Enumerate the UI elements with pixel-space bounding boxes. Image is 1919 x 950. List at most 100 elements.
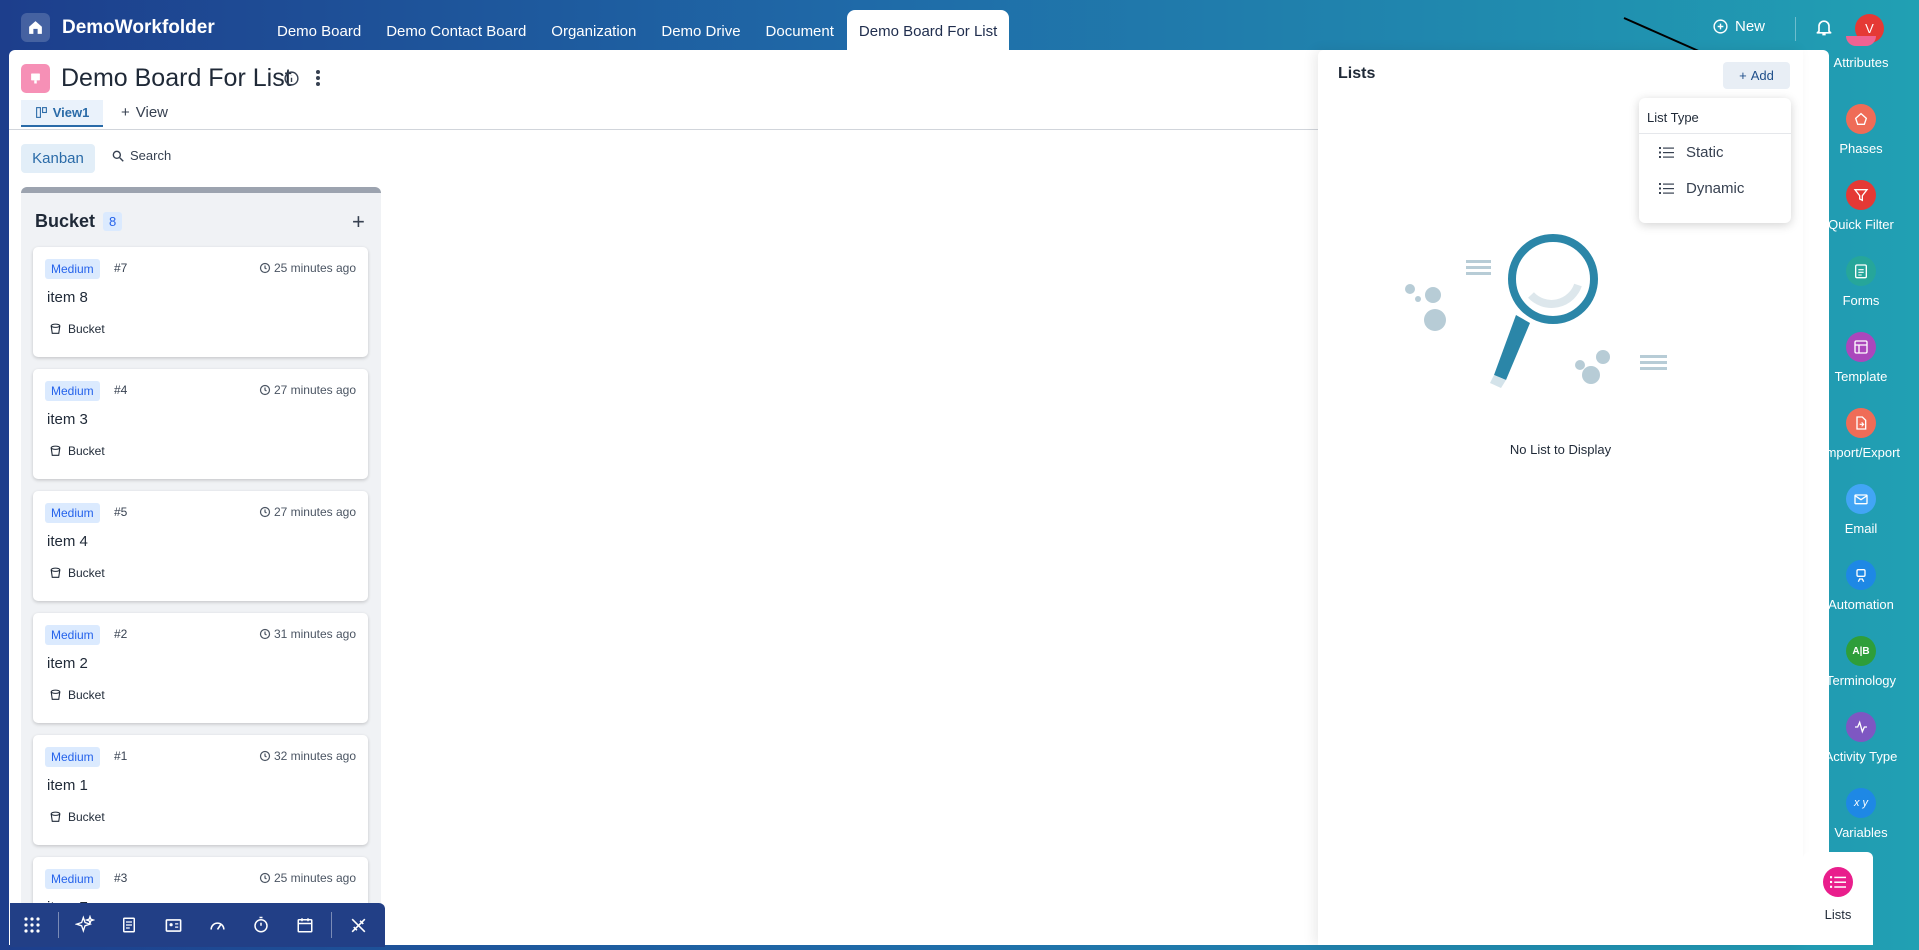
priority-badge: Medium [45, 747, 100, 767]
add-list-label: Add [1750, 68, 1774, 83]
sidebar-item-attributes[interactable]: Attributes [1803, 36, 1919, 112]
terminology-icon: A|B [1846, 636, 1876, 666]
card-timestamp: 27 minutes ago [259, 505, 356, 519]
kanban-button[interactable]: Kanban [21, 144, 95, 173]
board-info-button[interactable] [283, 70, 300, 92]
card-id: #1 [114, 749, 128, 763]
add-item-button[interactable]: + [352, 211, 365, 233]
tools-icon [351, 918, 365, 932]
tab-demo-board-for-list[interactable]: Demo Board For List [846, 10, 1010, 52]
search-label: Search [130, 148, 172, 163]
card-bucket: Bucket [49, 810, 105, 824]
card-bucket-label: Bucket [68, 688, 105, 702]
board-tabs: Demo Board Demo Contact Board Organizati… [265, 0, 1010, 52]
document-button[interactable] [107, 903, 151, 947]
card-title: item 2 [47, 655, 88, 672]
sidebar-item-lists[interactable]: Lists [1803, 852, 1873, 945]
sidebar-item-template[interactable]: Template [1803, 332, 1919, 408]
card-timestamp: 25 minutes ago [259, 871, 356, 885]
card-time-text: 25 minutes ago [273, 871, 356, 885]
list-type-static-label: Static [1686, 143, 1724, 161]
priority-badge: Medium [45, 503, 100, 523]
import-export-icon [1846, 408, 1876, 438]
plus-icon: + [1739, 68, 1747, 83]
apps-grid-button[interactable] [10, 903, 54, 947]
activity-icon [1846, 712, 1876, 742]
card-time-text: 25 minutes ago [273, 261, 356, 275]
card-title: item 3 [47, 411, 88, 428]
bottom-toolbar [10, 903, 385, 947]
sidebar-item-phases[interactable]: Phases [1803, 104, 1919, 180]
sidebar-item-email[interactable]: Email [1803, 484, 1919, 560]
card-bucket-label: Bucket [68, 322, 105, 336]
search-icon [112, 150, 124, 162]
attributes-icon [1846, 36, 1876, 46]
add-list-button[interactable]: + Add [1723, 62, 1790, 89]
dashboard-button[interactable] [195, 903, 239, 947]
kanban-card[interactable]: Medium #5 27 minutes ago item 4 Bucket [33, 491, 368, 601]
card-timestamp: 31 minutes ago [259, 627, 356, 641]
column-title: Bucket [35, 211, 96, 231]
list-type-static[interactable]: Static [1639, 134, 1791, 170]
email-icon [1846, 484, 1876, 514]
search-button[interactable]: Search [111, 148, 171, 163]
contact-card-icon [165, 918, 181, 932]
filter-icon [1846, 180, 1876, 210]
tab-view1[interactable]: View1 [21, 100, 103, 127]
tab-demo-drive[interactable]: Demo Drive [649, 10, 752, 52]
kanban-card[interactable]: Medium #4 27 minutes ago item 3 Bucket [33, 369, 368, 479]
lists-panel: Lists + Add List Type Static Dynamic No … [1318, 50, 1803, 945]
timer-button[interactable] [239, 903, 283, 947]
card-time-text: 27 minutes ago [273, 505, 356, 519]
list-type-dynamic[interactable]: Dynamic [1639, 170, 1791, 206]
card-id: #7 [114, 261, 128, 275]
kanban-card[interactable]: Medium #1 32 minutes ago item 1 Bucket [33, 735, 368, 845]
bucket-icon [50, 445, 61, 456]
tab-demo-contact-board[interactable]: Demo Contact Board [374, 10, 538, 52]
add-view-label: View [135, 104, 169, 121]
column-header: Bucket 8 [35, 211, 123, 232]
card-id: #5 [114, 505, 128, 519]
add-view-button[interactable]: + View [121, 104, 168, 121]
automation-icon [1846, 560, 1876, 590]
tab-organization[interactable]: Organization [539, 10, 648, 52]
bucket-icon [50, 567, 61, 578]
home-icon [29, 21, 42, 34]
sidebar-item-import-export[interactable]: Import/Export [1803, 408, 1919, 484]
tab-document[interactable]: Document [754, 10, 846, 52]
sidebar-item-activity-type[interactable]: Activity Type [1803, 712, 1919, 788]
sidebar-item-forms[interactable]: Forms [1803, 256, 1919, 332]
priority-badge: Medium [45, 381, 100, 401]
board-menu-button[interactable] [314, 68, 322, 93]
tools-button[interactable] [336, 903, 380, 947]
sidebar-item-terminology[interactable]: A|B Terminology [1803, 636, 1919, 712]
card-bucket-label: Bucket [68, 810, 105, 824]
calendar-button[interactable] [283, 903, 327, 947]
sidebar-item-quick-filter[interactable]: Quick Filter [1803, 180, 1919, 256]
kanban-card[interactable]: Medium #2 31 minutes ago item 2 Bucket [33, 613, 368, 723]
card-timestamp: 27 minutes ago [259, 383, 356, 397]
list-type-dynamic-label: Dynamic [1686, 179, 1745, 197]
contact-card-button[interactable] [151, 903, 195, 947]
plus-icon: + [121, 104, 130, 121]
empty-state-magnifier-icon [1405, 234, 1667, 388]
home-button[interactable] [21, 13, 50, 42]
board-icon [21, 64, 50, 93]
card-id: #2 [114, 627, 128, 641]
clock-icon [259, 384, 271, 396]
priority-badge: Medium [45, 259, 100, 279]
toolbar-divider [58, 912, 59, 938]
more-vertical-icon [316, 70, 320, 86]
clock-icon [259, 506, 271, 518]
phases-icon [1846, 104, 1876, 134]
lists-icon [1823, 867, 1853, 897]
kanban-card[interactable]: Medium #7 25 minutes ago item 8 Bucket [33, 247, 368, 357]
card-bucket: Bucket [49, 688, 105, 702]
card-time-text: 31 minutes ago [273, 627, 356, 641]
sidebar-item-automation[interactable]: Automation [1803, 560, 1919, 636]
card-title: item 1 [47, 777, 88, 794]
tab-demo-board[interactable]: Demo Board [265, 10, 373, 52]
bucket-icon [50, 323, 61, 334]
card-bucket: Bucket [49, 444, 105, 458]
ai-button[interactable] [63, 903, 107, 947]
